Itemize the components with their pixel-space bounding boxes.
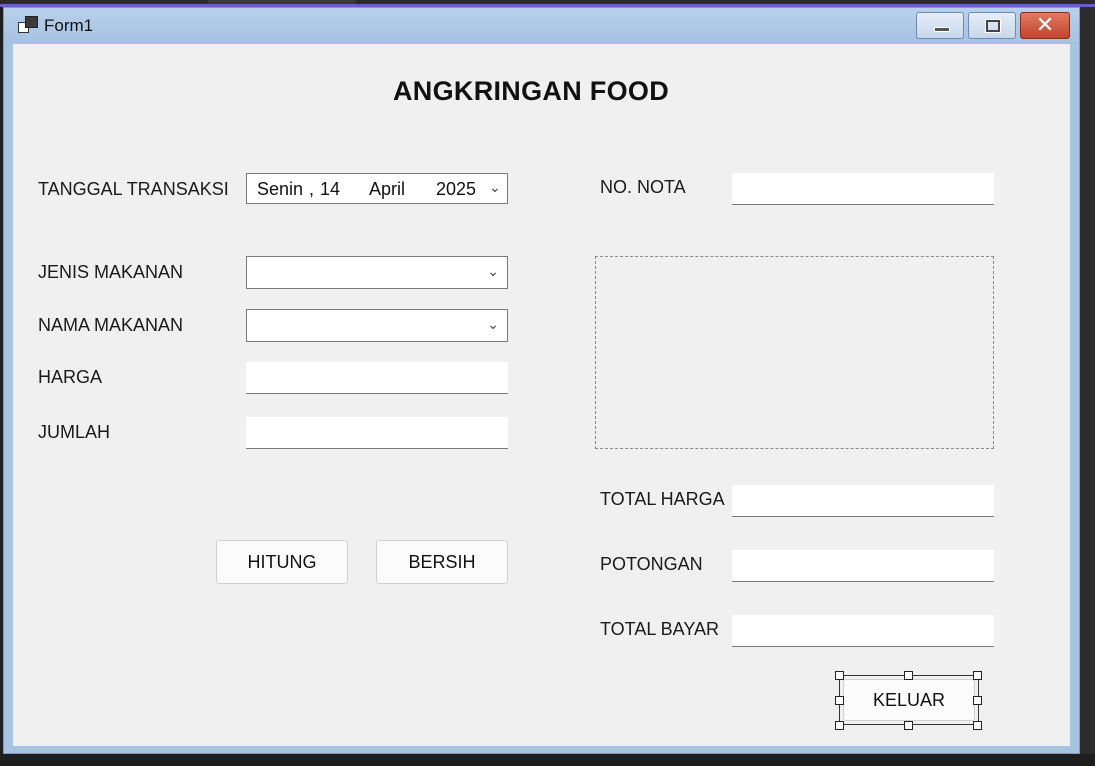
label-harga: HARGA [38, 367, 103, 387]
date-day-name: Senin [257, 179, 304, 199]
chevron-down-icon[interactable]: ⌄ [487, 264, 499, 280]
nama-makanan-combobox[interactable]: ⌄ [246, 309, 508, 342]
date-month: April [369, 179, 406, 199]
jenis-makanan-combobox[interactable]: ⌄ [246, 256, 508, 289]
total-bayar-textbox[interactable] [732, 615, 994, 647]
no-nota-textbox[interactable] [732, 173, 994, 205]
label-potongan: POTONGAN [600, 554, 703, 574]
maximize-icon [985, 19, 1001, 33]
receipt-panel [595, 256, 994, 449]
title-bar[interactable]: Form1 ✕ [4, 8, 1079, 44]
hitung-button[interactable]: HITUNG [216, 540, 348, 584]
resize-handle[interactable] [973, 696, 982, 705]
resize-handle[interactable] [835, 671, 844, 680]
background-edge-right [1080, 7, 1095, 754]
resize-handle[interactable] [835, 696, 844, 705]
harga-textbox[interactable] [246, 362, 508, 394]
label-jenis-makanan: JENIS MAKANAN [38, 262, 184, 282]
page-title: ANGKRINGAN FOOD [393, 76, 669, 106]
form-client-area: ANGKRINGAN FOOD TANGGAL TRANSAKSI JENIS … [13, 44, 1070, 746]
background-edge-bottom [0, 754, 1095, 766]
chevron-down-icon[interactable]: ⌄ [487, 317, 499, 333]
window-title: Form1 [44, 16, 94, 35]
resize-handle[interactable] [973, 671, 982, 680]
label-total-harga: TOTAL HARGA [600, 489, 725, 509]
close-button[interactable]: ✕ [1020, 12, 1070, 39]
top-strip [0, 0, 1095, 7]
bersih-button[interactable]: BERSIH [376, 540, 508, 584]
resize-handle[interactable] [904, 671, 913, 680]
close-icon: ✕ [1035, 13, 1055, 38]
maximize-button[interactable] [968, 12, 1016, 39]
date-year: 2025 [436, 179, 477, 199]
resize-handle[interactable] [835, 721, 844, 730]
form-window: Form1 ✕ ANGKRINGAN FOOD TANGGAL TRANSAKS… [3, 7, 1080, 754]
date-separator: , [309, 179, 315, 199]
total-harga-textbox[interactable] [732, 485, 994, 517]
resize-handle[interactable] [973, 721, 982, 730]
minimize-icon [934, 27, 950, 32]
resize-handle[interactable] [904, 721, 913, 730]
label-total-bayar: TOTAL BAYAR [600, 619, 720, 639]
designer-selection-frame [839, 675, 979, 725]
jumlah-textbox[interactable] [246, 417, 508, 449]
tanggal-transaksi-datepicker[interactable]: Senin , 14 April 2025 ⌄ [246, 173, 508, 204]
date-day: 14 [320, 179, 341, 199]
label-tanggal-transaksi: TANGGAL TRANSAKSI [38, 179, 229, 199]
label-nama-makanan: NAMA MAKANAN [38, 315, 184, 335]
potongan-textbox[interactable] [732, 550, 994, 582]
minimize-button[interactable] [916, 12, 964, 39]
label-jumlah: JUMLAH [38, 422, 111, 442]
label-no-nota: NO. NOTA [600, 177, 686, 197]
form-window-icon [18, 16, 38, 34]
chevron-down-icon[interactable]: ⌄ [489, 180, 501, 196]
